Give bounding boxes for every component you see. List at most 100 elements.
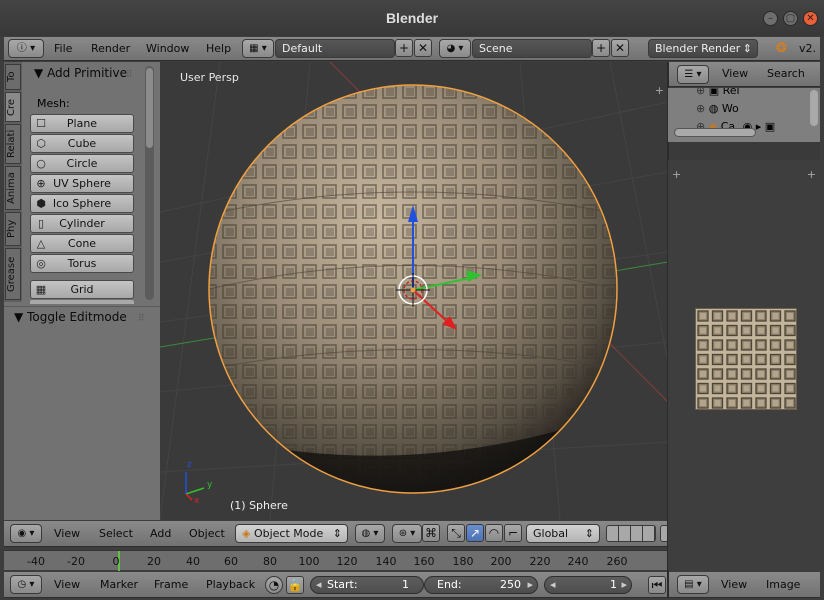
scene-name-field[interactable]: Scene (472, 39, 592, 58)
maximize-button[interactable]: ▢ (783, 11, 798, 26)
menu-playback[interactable]: Playback (206, 572, 255, 597)
end-frame-field[interactable]: End: 250 ▸ (424, 576, 538, 594)
tab-create[interactable]: Cre (5, 92, 21, 122)
pivot-point-button[interactable]: ⊛ ▾ (392, 524, 422, 543)
image-editor-expand-icon[interactable]: + (672, 168, 681, 181)
add-cylinder-button[interactable]: ▯ Cylinder (30, 214, 134, 233)
viewport-shading-button[interactable]: ◍ ▾ (355, 524, 385, 543)
outliner-menu-search[interactable]: Search (767, 62, 805, 86)
manipulator-toggle-icon[interactable]: ⌘ (422, 524, 440, 542)
tab-physics[interactable]: Phy (5, 212, 21, 246)
add-grid-button[interactable]: ▦ Grid (30, 280, 134, 299)
add-primitive-title: Add Primitive (47, 66, 127, 80)
drag-handle-icon[interactable]: ⠿ (138, 314, 145, 324)
image-editor[interactable]: + + (668, 160, 820, 570)
record-clock-icon[interactable]: ◔ (265, 576, 283, 594)
outliner-row-world[interactable]: ⊕ ◍ Wo (696, 102, 739, 115)
editor-type-outliner-button[interactable]: ☰ ▾ (677, 65, 709, 84)
add-uv-sphere-button[interactable]: ⊕ UV Sphere (30, 174, 134, 193)
start-frame-field[interactable]: ◂ Start: 1 (310, 576, 424, 594)
tab-grease-pencil[interactable]: Grease (5, 248, 21, 300)
tab-relations[interactable]: Relati (5, 124, 21, 164)
rotate-tool-icon[interactable]: ◠ (485, 524, 503, 542)
image-menu-view[interactable]: View (721, 572, 747, 597)
scene-remove-icon[interactable]: ✕ (611, 39, 629, 57)
scene-picker-button[interactable]: ◕ ▾ (439, 39, 471, 58)
menu-object[interactable]: Object (189, 521, 225, 546)
add-torus-button[interactable]: ◎ Torus (30, 254, 134, 273)
object-mode-icon: ◈ (242, 527, 251, 540)
timeline-tick: -40 (27, 555, 45, 568)
menu-render[interactable]: Render (91, 37, 130, 60)
outliner-row-render-layers[interactable]: ⊕ ▣ Rei (696, 88, 740, 97)
tool-shelf-scrollbar[interactable] (145, 66, 154, 300)
image-menu-image[interactable]: Image (766, 572, 800, 597)
render-camera-icon[interactable]: ▣ (765, 120, 775, 133)
menu-marker[interactable]: Marker (100, 572, 138, 597)
move-tool-icon[interactable]: ↗ (466, 524, 484, 542)
scale-tool-icon[interactable]: ⌐ (504, 524, 522, 542)
add-plane-button[interactable]: ☐ Plane (30, 114, 134, 133)
layout-add-icon[interactable]: + (395, 39, 413, 57)
layer-buttons[interactable] (606, 525, 656, 542)
texture-image-preview[interactable] (695, 308, 797, 410)
outliner-h-scrollbar[interactable] (674, 128, 756, 137)
sphere-object[interactable] (160, 82, 668, 520)
image-editor-expand-icon-right[interactable]: + (807, 168, 816, 181)
menu-window[interactable]: Window (146, 37, 189, 60)
drag-handle-icon[interactable]: ⠿ (126, 70, 133, 80)
layout-picker-button[interactable]: ▦ ▾ (242, 39, 274, 58)
outliner-tree[interactable]: ⊕ ▣ Rei ⊕ ◍ Wo ⊕ ◈ Ca ◉ ▸ ▣ (668, 88, 820, 142)
editor-type-3dview-button[interactable]: ◉ ▾ (10, 524, 42, 543)
add-ico-sphere-button[interactable]: ⬢ Ico Sphere (30, 194, 134, 213)
viewport-canvas[interactable] (160, 62, 668, 520)
outliner-v-scrollbar[interactable] (810, 90, 818, 126)
window-title: Blender (385, 10, 439, 26)
menu-select[interactable]: Select (99, 521, 133, 546)
menu-view[interactable]: View (54, 572, 80, 597)
grid-icon: ▦ (35, 283, 47, 296)
layout-name-field[interactable]: Default (275, 39, 395, 58)
close-button[interactable]: ✕ (803, 11, 818, 26)
lock-icon[interactable]: 🔒 (286, 576, 304, 594)
add-primitive-panel-header[interactable]: ▼ Add Primitive (34, 66, 127, 80)
menu-file[interactable]: File (54, 37, 72, 60)
timeline-tick: 120 (336, 555, 358, 568)
editor-type-image-button[interactable]: ▤ ▾ (677, 575, 709, 594)
current-frame-field[interactable]: ◂ 1 ▸ (544, 576, 632, 594)
mode-select[interactable]: ◈ Object Mode ⇕ (235, 524, 348, 543)
jump-to-start-icon[interactable]: ⏮ (648, 576, 666, 594)
chevron-updown-icon: ⇕ (742, 42, 752, 55)
plane-icon: ☐ (36, 117, 46, 130)
menu-view[interactable]: View (54, 521, 80, 546)
render-engine-select[interactable]: Blender Render ⇕ (648, 39, 758, 58)
3d-viewport[interactable]: User Persp (1) Sphere z y x + (160, 62, 668, 520)
menu-add[interactable]: Add (150, 521, 171, 546)
minimize-button[interactable]: – (763, 11, 778, 26)
cone-icon: △ (36, 237, 46, 250)
transform-orientation-select[interactable]: Global ⇕ (526, 524, 600, 543)
editor-type-info-button[interactable]: ⓘ ▾ (8, 39, 44, 58)
menu-help[interactable]: Help (206, 37, 231, 60)
scrollbar-thumb[interactable] (146, 68, 153, 148)
menu-frame[interactable]: Frame (154, 572, 188, 597)
mesh-label: Mesh: (37, 97, 70, 110)
timeline-tick: 160 (413, 555, 435, 568)
translate-manipulator-icon[interactable]: ⤡ (447, 524, 465, 542)
select-arrow-icon[interactable]: ▸ (756, 120, 762, 133)
add-cone-button[interactable]: △ Cone (30, 234, 134, 253)
scene-add-icon[interactable]: + (592, 39, 610, 57)
toggle-editmode-panel-header[interactable]: ▼ Toggle Editmode (14, 310, 127, 324)
outliner-menu-view[interactable]: View (722, 62, 748, 86)
add-cube-button[interactable]: ⬡ Cube (30, 134, 134, 153)
image-editor-header: ▤ ▾ View Image (669, 572, 820, 598)
add-circle-button[interactable]: ○ Circle (30, 154, 134, 173)
tab-tools[interactable]: To (5, 64, 21, 90)
timeline-tick: 240 (567, 555, 589, 568)
editor-type-timeline-button[interactable]: ◷ ▾ (10, 575, 42, 594)
viewport-expand-icon[interactable]: + (655, 84, 664, 97)
timeline-header: ◷ ▾ View Marker Frame Playback ◔ 🔒 ◂ Sta… (4, 572, 668, 598)
layout-remove-icon[interactable]: ✕ (414, 39, 432, 57)
timeline-ruler[interactable]: -40 -20 0 20 40 60 80 100 120 140 160 18… (4, 550, 668, 571)
tab-animation[interactable]: Anima (5, 166, 21, 210)
